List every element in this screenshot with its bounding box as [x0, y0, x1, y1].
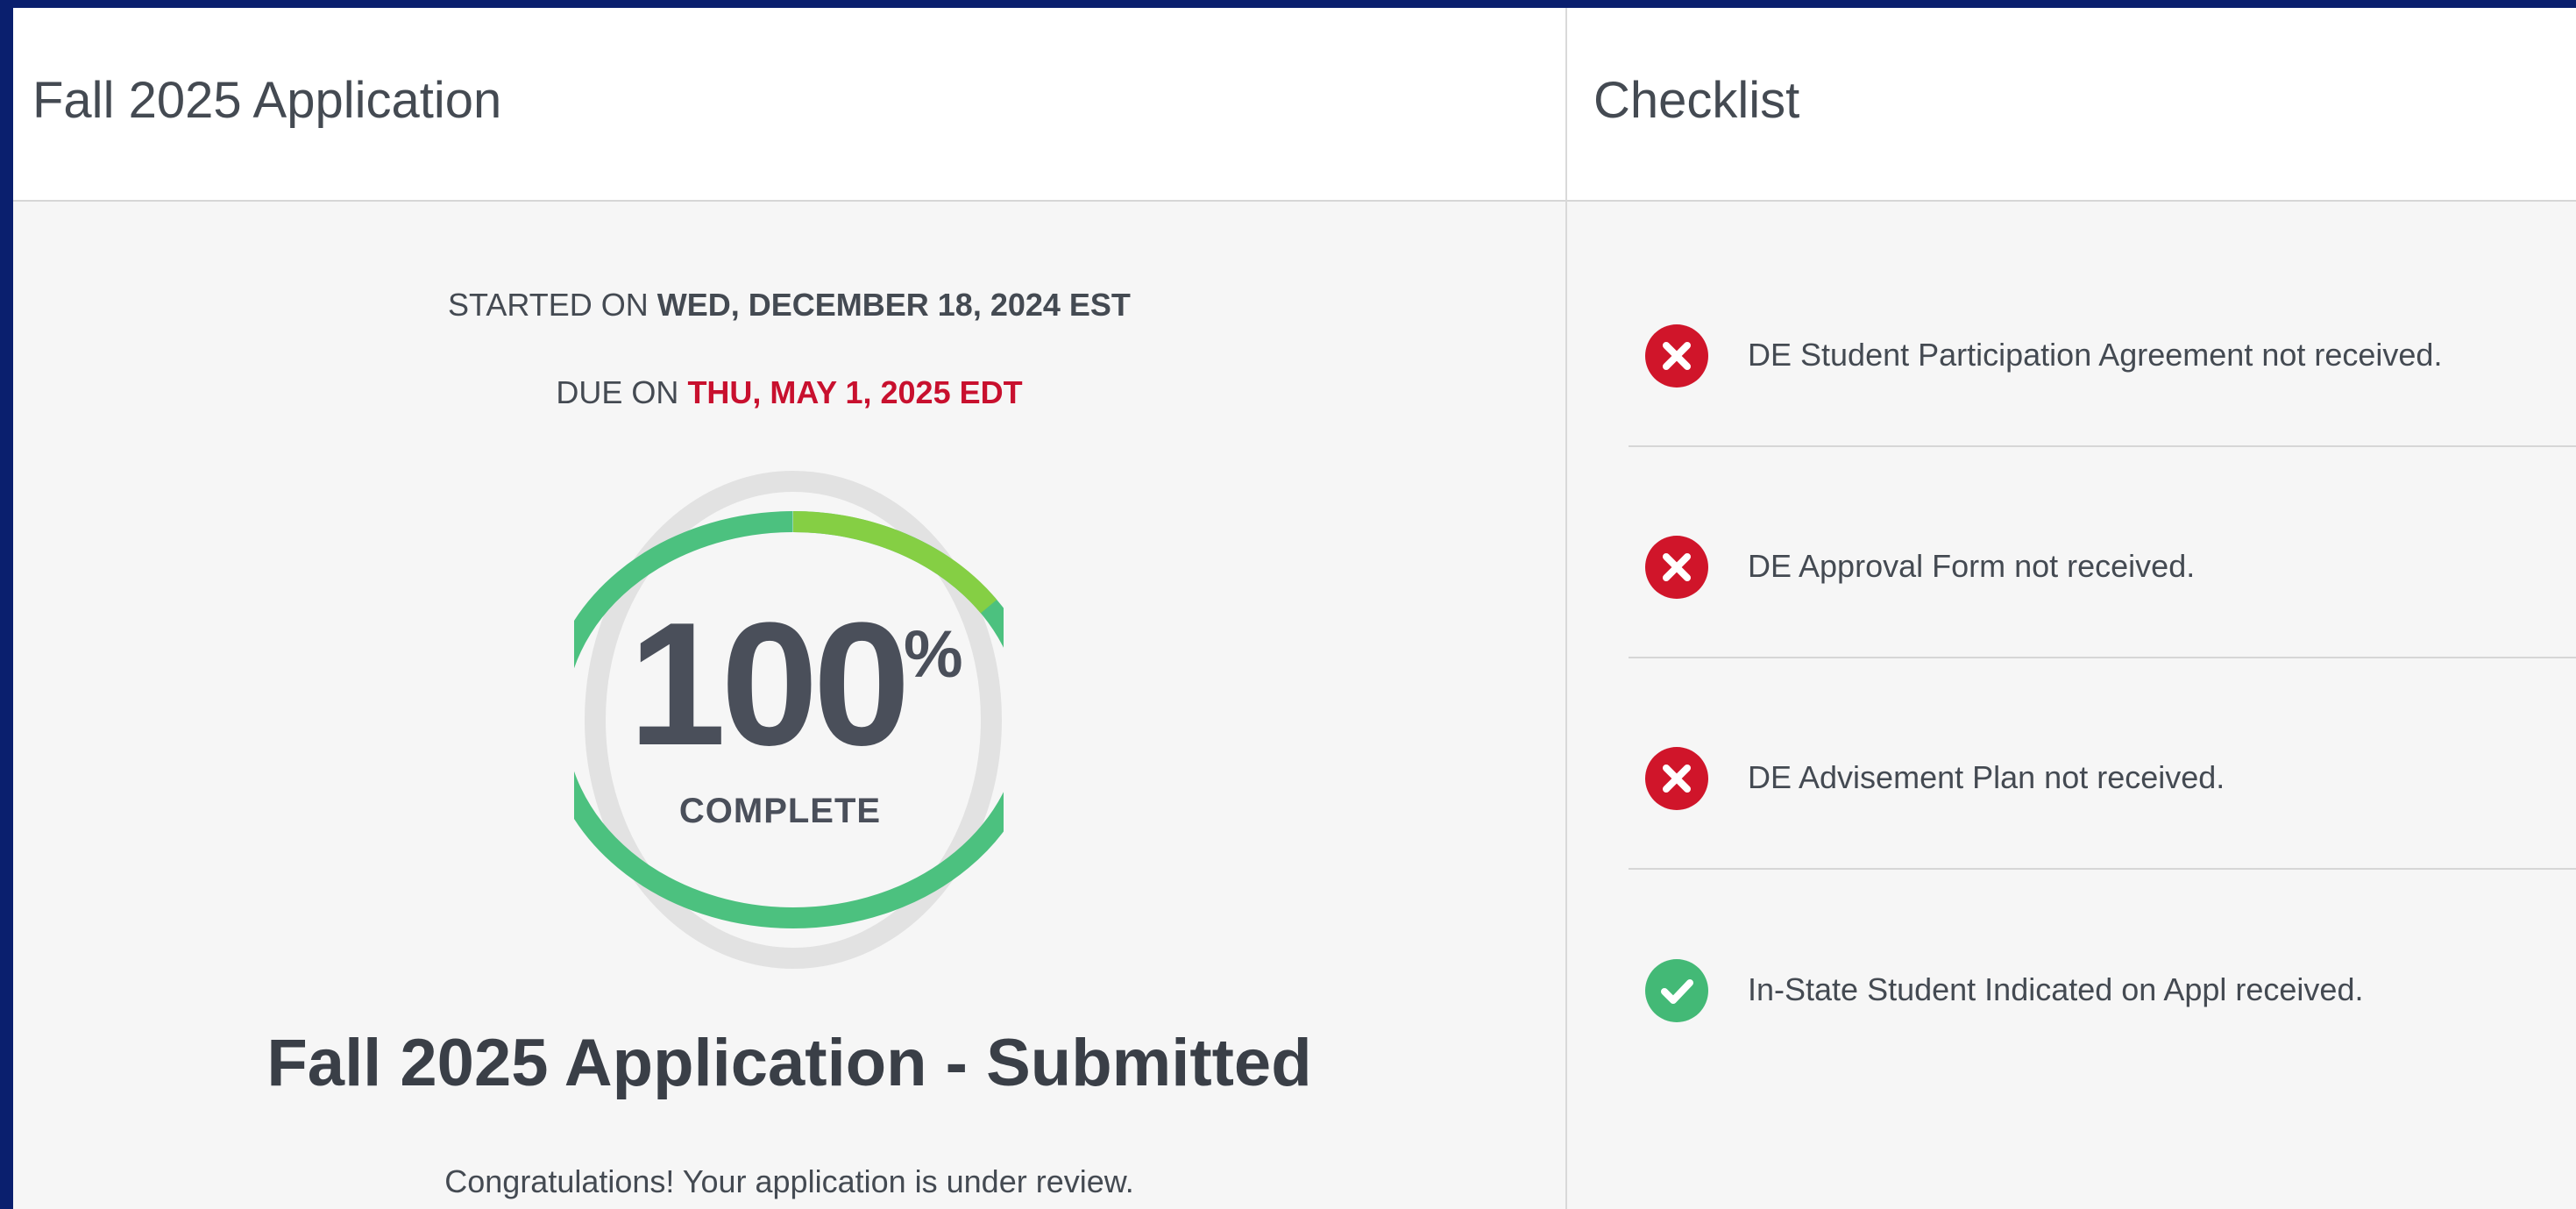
progress-ring: 100 % COMPLETE — [574, 466, 1004, 974]
progress-label: COMPLETE — [678, 792, 882, 830]
status-message: Congratulations! Your application is und… — [444, 1163, 1134, 1199]
checklist-item: In-State Student Indicated on Appl recei… — [1629, 870, 2576, 1080]
due-on-line: DUE ON THU, MAY 1, 2025 EDT — [13, 374, 1565, 411]
x-circle-icon — [1645, 324, 1708, 388]
checklist-item-text: DE Advisement Plan not received. — [1748, 759, 2225, 795]
due-on-date: THU, MAY 1, 2025 EDT — [687, 374, 1023, 410]
checklist-item: DE Advisement Plan not received. — [1629, 658, 2576, 870]
checklist-item: DE Approval Form not received. — [1629, 446, 2576, 658]
check-circle-icon — [1645, 959, 1708, 1022]
checklist-panel-header: Checklist — [1567, 8, 2576, 202]
checklist-item-text: In-State Student Indicated on Appl recei… — [1748, 971, 2364, 1007]
checklist-item-text: DE Approval Form not received. — [1748, 548, 2196, 584]
status-heading: Fall 2025 Application - Submitted — [266, 1026, 1312, 1100]
checklist-panel: Checklist DE Student Participation Agree… — [1567, 8, 2576, 1209]
x-circle-icon — [1645, 536, 1708, 599]
checklist-item-text: DE Student Participation Agreement not r… — [1748, 337, 2443, 373]
application-panel: Fall 2025 Application STARTED ON WED, DE… — [13, 8, 1567, 1209]
started-on-date: WED, DECEMBER 18, 2024 EST — [656, 287, 1131, 323]
checklist-item: DE Student Participation Agreement not r… — [1629, 235, 2576, 447]
progress-percent-sign: % — [904, 617, 963, 692]
started-on-label: STARTED ON — [448, 287, 649, 323]
x-circle-icon — [1645, 747, 1708, 810]
started-on-line: STARTED ON WED, DECEMBER 18, 2024 EST — [13, 287, 1565, 324]
progress-percent: 100 — [628, 587, 911, 782]
checklist-title: Checklist — [1593, 72, 1800, 129]
application-panel-header: Fall 2025 Application — [13, 8, 1565, 202]
due-on-label: DUE ON — [556, 374, 679, 410]
application-title: Fall 2025 Application — [32, 72, 502, 129]
application-page: Fall 2025 Application STARTED ON WED, DE… — [13, 8, 2576, 1209]
